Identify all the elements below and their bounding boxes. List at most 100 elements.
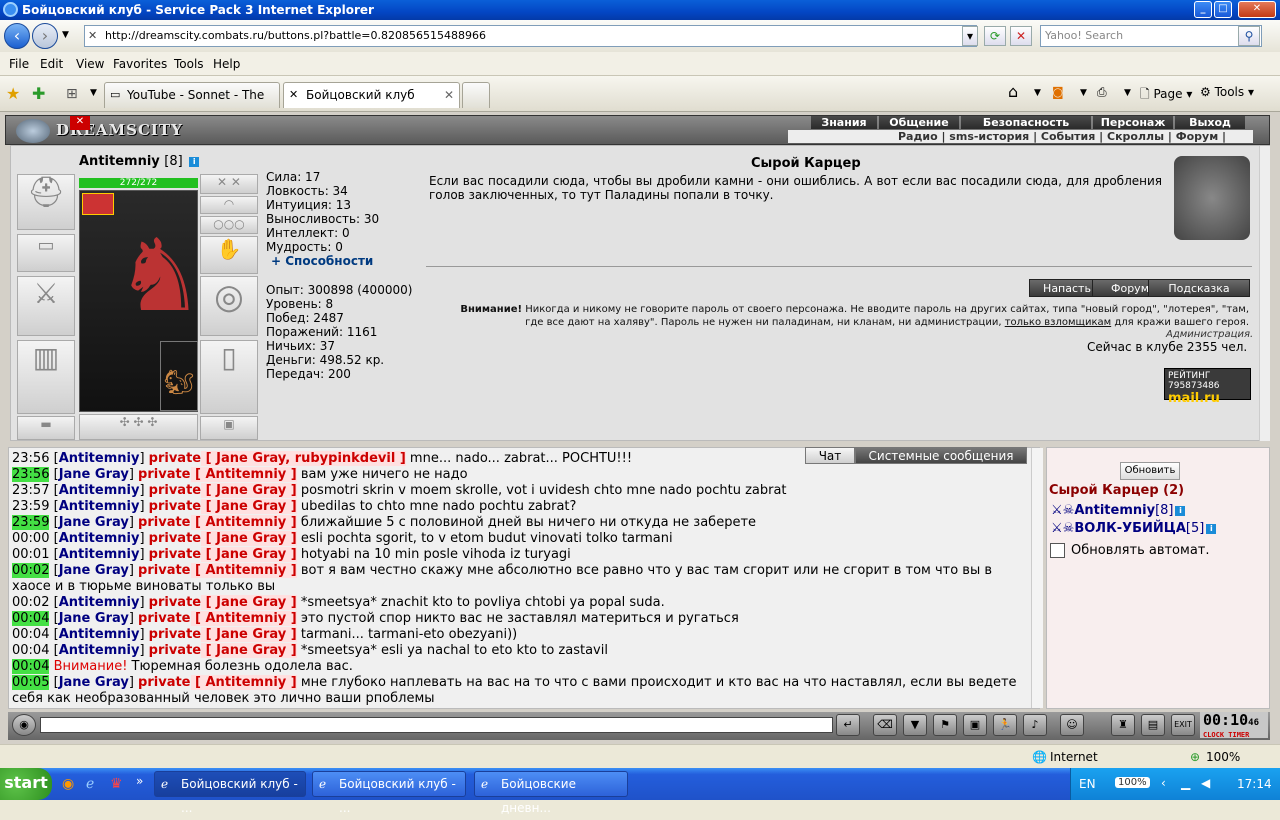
menu-help[interactable]: Help (213, 57, 240, 71)
back-button[interactable]: ‹ (4, 23, 30, 49)
room-player[interactable]: ⚔☠ВОЛК-УБИЙЦА[5] i (1051, 521, 1217, 536)
chat-recipient[interactable]: [ Antitemniy ] (190, 611, 297, 626)
tab-list-dropdown-icon[interactable]: ▼ (90, 88, 97, 98)
maximize-button[interactable]: □ (1214, 1, 1232, 18)
weapon-slot-icon[interactable]: ⚔ (17, 276, 75, 336)
boots-slot-icon[interactable]: ▣ (200, 416, 258, 440)
app-quicklaunch-icon[interactable]: ♛ (110, 776, 123, 792)
add-favorites-icon[interactable]: ✚ (32, 84, 45, 103)
bag-icon[interactable]: ♜ (1111, 714, 1135, 736)
character-avatar[interactable]: ♞ 🐿 (79, 190, 205, 412)
info-icon[interactable]: i (1175, 505, 1186, 516)
print-icon[interactable]: ⎙ (1097, 85, 1107, 100)
language-indicator[interactable]: EN (1079, 777, 1096, 791)
tab-system-messages[interactable]: Системные сообщения (855, 447, 1027, 464)
rings-slot-icon[interactable]: ○○○ (200, 216, 258, 234)
abilities-link[interactable]: + Способности (271, 254, 379, 268)
chat-timestamp[interactable]: 00:04 (12, 611, 50, 626)
menu-file[interactable]: File (9, 57, 29, 71)
chat-recipient[interactable]: [ Antitemniy ] (190, 467, 297, 482)
mailru-rating-counter[interactable]: РЕЙТИНГ 795873486 mail.ru (1164, 368, 1251, 406)
chat-timestamp[interactable]: 23:56 (12, 467, 50, 482)
dreamscity-logo[interactable]: DREAMSCITY (16, 119, 183, 143)
sub-navigation[interactable]: Радио | sms-история | События | Скроллы … (788, 130, 1253, 156)
favorites-star-icon[interactable]: ★ (6, 84, 20, 103)
search-icon[interactable]: ⚲ (1238, 26, 1260, 46)
lock-icon[interactable]: ▤ (1141, 714, 1165, 736)
info-icon[interactable]: i (1206, 523, 1217, 534)
history-dropdown-icon[interactable]: ▼ (62, 30, 69, 40)
chat-sender[interactable]: Antitemniy (59, 531, 140, 546)
bracers-slot-icon[interactable]: ▭ (17, 234, 75, 272)
chat-timestamp[interactable]: 00:04 (12, 659, 50, 674)
inventory-icon[interactable]: ▣ (963, 714, 987, 736)
panel-scrollbar[interactable] (1259, 146, 1270, 441)
helmet-slot-icon[interactable]: ⛑ (17, 174, 75, 230)
page-menu[interactable]: 🗋 Page ▾ (1140, 85, 1192, 106)
chat-timestamp[interactable]: 00:02 (12, 563, 50, 578)
quicklaunch-more-icon[interactable]: » (136, 774, 143, 788)
chat-recipient[interactable]: [ Antitemniy ] (190, 563, 297, 578)
navigation-compass-icon[interactable] (1174, 156, 1250, 240)
close-tab-icon[interactable]: ✕ (444, 83, 454, 107)
pet-icon[interactable]: 🐿 (160, 341, 198, 411)
tab-chat[interactable]: Чат (805, 447, 855, 464)
nav-obschenie[interactable]: Общение (879, 116, 959, 129)
ie-quicklaunch-icon[interactable]: ℯ (86, 776, 94, 792)
start-button[interactable]: start (0, 768, 52, 800)
forward-button[interactable]: › (32, 23, 58, 49)
refresh-room-button[interactable]: Обновить (1120, 462, 1180, 480)
chat-recipient[interactable]: [ Jane Gray ] (201, 483, 297, 498)
feeds-dropdown-icon[interactable]: ▼ (1080, 88, 1087, 98)
chat-recipient[interactable]: [ Jane Gray ] (201, 499, 297, 514)
chat-timestamp[interactable]: 00:01 (12, 547, 49, 562)
nav-bezopasnost[interactable]: Безопасность (961, 116, 1091, 129)
menu-edit[interactable]: Edit (40, 57, 63, 71)
effect-icon[interactable] (82, 193, 114, 215)
chat-sender[interactable]: Jane Gray (59, 675, 129, 690)
armor-slot-icon[interactable]: ▥ (17, 340, 75, 414)
feeds-icon[interactable]: ◙ (1052, 85, 1064, 99)
chat-recipient[interactable]: [ Jane Gray ] (201, 643, 297, 658)
address-input[interactable]: ✕ http://dreamscity.combats.ru/buttons.p… (84, 25, 977, 47)
quick-tabs-icon[interactable]: ⊞ (66, 86, 78, 102)
extra-slots-icon[interactable]: ✣ ✣ ✣ (79, 414, 198, 440)
shield-slot-icon[interactable]: ◎ (200, 276, 258, 336)
fight-icon[interactable]: 🏃 (993, 714, 1017, 736)
tools-menu[interactable]: ⚙ Tools ▾ (1200, 85, 1254, 99)
chat-sender[interactable]: Jane Gray (59, 515, 129, 530)
tray-expand-icon[interactable]: ‹ (1161, 776, 1166, 790)
chat-sender[interactable]: Antitemniy (59, 499, 140, 514)
new-tab-button[interactable] (462, 82, 490, 108)
address-dropdown-icon[interactable]: ▾ (962, 26, 978, 46)
minimize-button[interactable]: _ (1194, 1, 1212, 18)
volume-icon[interactable]: ◀ (1201, 776, 1210, 790)
network-icon[interactable]: ▁ (1181, 776, 1190, 790)
warning-link[interactable]: только взломщикам (1005, 317, 1111, 328)
chat-timestamp[interactable]: 23:56 (12, 451, 49, 466)
chat-input[interactable] (40, 717, 833, 733)
earrings-slot-icon[interactable]: ✕ ✕ (200, 174, 258, 194)
battery-icon[interactable]: 100% (1115, 777, 1150, 788)
legs-slot-icon[interactable]: ▯ (200, 340, 258, 414)
tab-combats[interactable]: ✕ Бойцовский клуб ✕ (283, 82, 460, 108)
eraser-icon[interactable]: ⌫ (873, 714, 897, 736)
send-icon[interactable]: ↵ (836, 714, 860, 736)
smiley-icon[interactable]: ☺ (1060, 714, 1084, 736)
print-dropdown-icon[interactable]: ▼ (1124, 88, 1131, 98)
menu-view[interactable]: View (76, 57, 104, 71)
info-icon[interactable]: i (189, 156, 200, 167)
chat-sender[interactable]: Antitemniy (59, 595, 140, 610)
chat-recipient[interactable]: [ Jane Gray ] (201, 595, 297, 610)
auto-refresh-toggle[interactable]: Обновлять автомат. (1050, 543, 1210, 558)
chat-timestamp[interactable]: 23:59 (12, 499, 49, 514)
chat-sender[interactable]: Antitemniy (59, 451, 140, 466)
chat-mode-icon[interactable]: ◉ (12, 714, 36, 736)
firefox-icon[interactable]: ◉ (62, 776, 74, 792)
room-player[interactable]: ⚔☠Antitemniy[8] i (1051, 503, 1186, 518)
menu-favorites[interactable]: Favorites (113, 57, 167, 71)
filter-icon[interactable]: ▼ (903, 714, 927, 736)
zoom-icon[interactable]: ⊕ (1190, 750, 1200, 764)
clear-icon[interactable]: ⚑ (933, 714, 957, 736)
chat-recipient[interactable]: [ Jane Gray ] (201, 547, 297, 562)
